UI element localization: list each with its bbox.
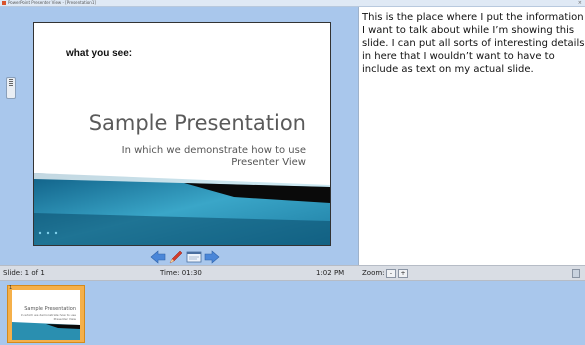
title-bar: PowerPoint Presenter View - [Presentatio… xyxy=(0,0,585,7)
slide-title: Sample Presentation xyxy=(88,111,306,135)
zoom-out-icon[interactable]: - xyxy=(386,269,396,278)
speaker-notes-text: This is the place where I put the inform… xyxy=(362,12,585,75)
speaker-notes[interactable]: This is the place where I put the inform… xyxy=(358,7,585,265)
slide-navigation xyxy=(146,247,236,265)
pen-icon[interactable] xyxy=(168,249,184,264)
current-slide: what you see: Sample Presentation In whi… xyxy=(33,22,331,246)
thumbnail-preview: Sample Presentation In which we demonstr… xyxy=(12,290,80,340)
zoom-label: Zoom: xyxy=(362,269,385,277)
clock: 1:02 PM xyxy=(316,269,345,277)
arrow-right-icon[interactable] xyxy=(204,249,220,264)
slide-thumbnail-1[interactable]: 1 Sample Presentation In which we demons… xyxy=(7,285,85,343)
thumbnail-decoration xyxy=(12,322,80,340)
slide-decoration xyxy=(34,173,330,245)
arrow-left-icon[interactable] xyxy=(150,249,166,264)
elapsed-time: Time: 01:30 xyxy=(160,269,202,277)
screen-icon[interactable] xyxy=(186,249,202,263)
status-bar: Slide: 1 of 1 Time: 01:30 1:02 PM Zoom: … xyxy=(0,265,585,281)
grip-icon xyxy=(9,79,13,80)
zoom-in-icon[interactable]: + xyxy=(398,269,408,278)
thumbnail-strip: 1 Sample Presentation In which we demons… xyxy=(0,281,585,345)
slide-subtitle: In which we demonstrate how to use Prese… xyxy=(121,145,306,168)
slide-nav-dot-icon xyxy=(38,231,42,235)
thumbnail-title: Sample Presentation xyxy=(24,306,76,312)
collapse-handle[interactable] xyxy=(6,77,16,99)
slide-counter: Slide: 1 of 1 xyxy=(3,269,45,277)
slide-pane: what you see: Sample Presentation In whi… xyxy=(0,7,358,265)
window-title: PowerPoint Presenter View - [Presentatio… xyxy=(8,0,96,5)
close-icon[interactable]: × xyxy=(578,0,582,6)
app-icon xyxy=(2,1,6,5)
scroll-right-icon[interactable] xyxy=(572,269,580,278)
thumbnail-subtitle: In which we demonstrate how to use Prese… xyxy=(20,313,76,321)
slide-note-label: what you see: xyxy=(66,48,133,59)
